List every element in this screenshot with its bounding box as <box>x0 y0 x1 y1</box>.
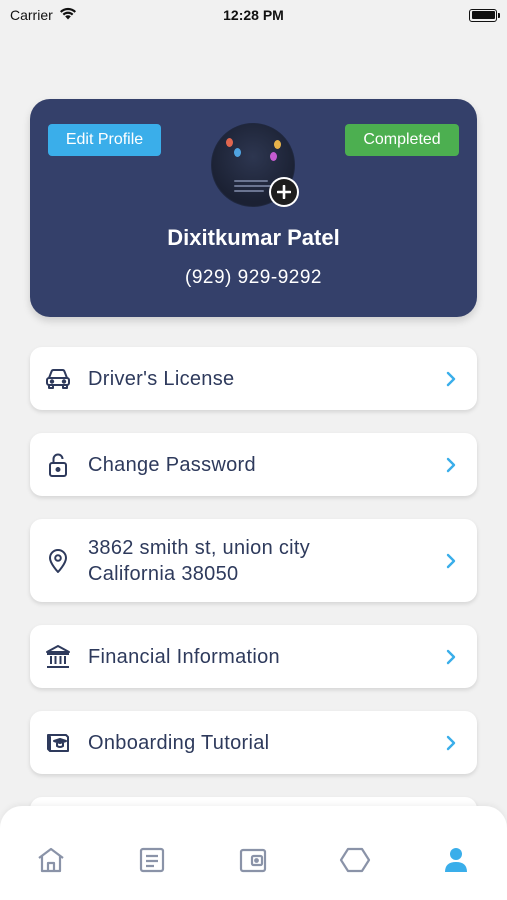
menu-item-financial-information[interactable]: Financial Information <box>30 625 477 688</box>
balloon-decoration <box>274 140 281 149</box>
nav-profile[interactable] <box>436 846 476 878</box>
nav-documents[interactable] <box>132 846 172 878</box>
battery-icon <box>469 8 500 22</box>
balloon-decoration <box>234 148 241 157</box>
carrier-label: Carrier <box>10 7 53 23</box>
car-icon <box>44 365 72 393</box>
status-bar: Carrier 12:28 PM <box>0 0 507 30</box>
add-photo-button[interactable] <box>269 177 299 207</box>
nav-hexagon[interactable] <box>335 846 375 878</box>
wallet-icon <box>238 846 268 879</box>
bank-icon <box>44 643 72 671</box>
menu-label-line: 3862 smith st, union city <box>88 536 311 559</box>
menu-item-label: Financial Information <box>88 644 443 670</box>
chevron-right-icon <box>443 369 459 389</box>
menu-item-label: 3862 smith st, union city California 380… <box>88 535 443 587</box>
chevron-right-icon <box>443 455 459 475</box>
menu-item-label: Change Password <box>88 452 443 478</box>
nav-wallet[interactable] <box>233 846 273 878</box>
menu-item-label: Onboarding Tutorial <box>88 730 443 756</box>
wifi-icon <box>59 7 77 23</box>
avatar-container <box>211 123 299 209</box>
profile-phone: (929) 929-9292 <box>185 267 322 288</box>
profile-icon <box>442 846 470 879</box>
profile-name: Dixitkumar Patel <box>167 225 340 250</box>
tutorial-icon <box>44 729 72 757</box>
home-icon <box>36 846 66 879</box>
menu-label-line: Driver's License <box>88 367 235 390</box>
document-icon <box>138 846 166 879</box>
status-left: Carrier <box>10 7 77 23</box>
menu-item-drivers-license[interactable]: Driver's License <box>30 347 477 410</box>
menu-label-line: Onboarding Tutorial <box>88 731 270 754</box>
hexagon-icon <box>339 846 371 879</box>
lock-icon <box>44 451 72 479</box>
profile-card: Edit Profile Completed Dixitkumar Patel … <box>30 99 477 317</box>
edit-profile-button[interactable]: Edit Profile <box>48 124 161 156</box>
plus-icon <box>271 179 297 205</box>
balloon-decoration <box>270 152 277 161</box>
chevron-right-icon <box>443 733 459 753</box>
menu-item-change-password[interactable]: Change Password <box>30 433 477 496</box>
bottom-navigation <box>0 806 507 900</box>
chevron-right-icon <box>443 551 459 571</box>
nav-home[interactable] <box>31 846 71 878</box>
menu-label-line: Change Password <box>88 453 256 476</box>
status-badge: Completed <box>345 124 459 156</box>
menu-item-label: Driver's License <box>88 366 443 392</box>
menu-label-line: California 38050 <box>88 562 239 585</box>
menu-item-address[interactable]: 3862 smith st, union city California 380… <box>30 519 477 602</box>
balloon-decoration <box>226 138 233 147</box>
menu-label-line: Financial Information <box>88 645 280 668</box>
menu-item-onboarding-tutorial[interactable]: Onboarding Tutorial <box>30 711 477 774</box>
chevron-right-icon <box>443 647 459 667</box>
avatar-text-lines <box>234 180 274 195</box>
location-pin-icon <box>44 547 72 575</box>
